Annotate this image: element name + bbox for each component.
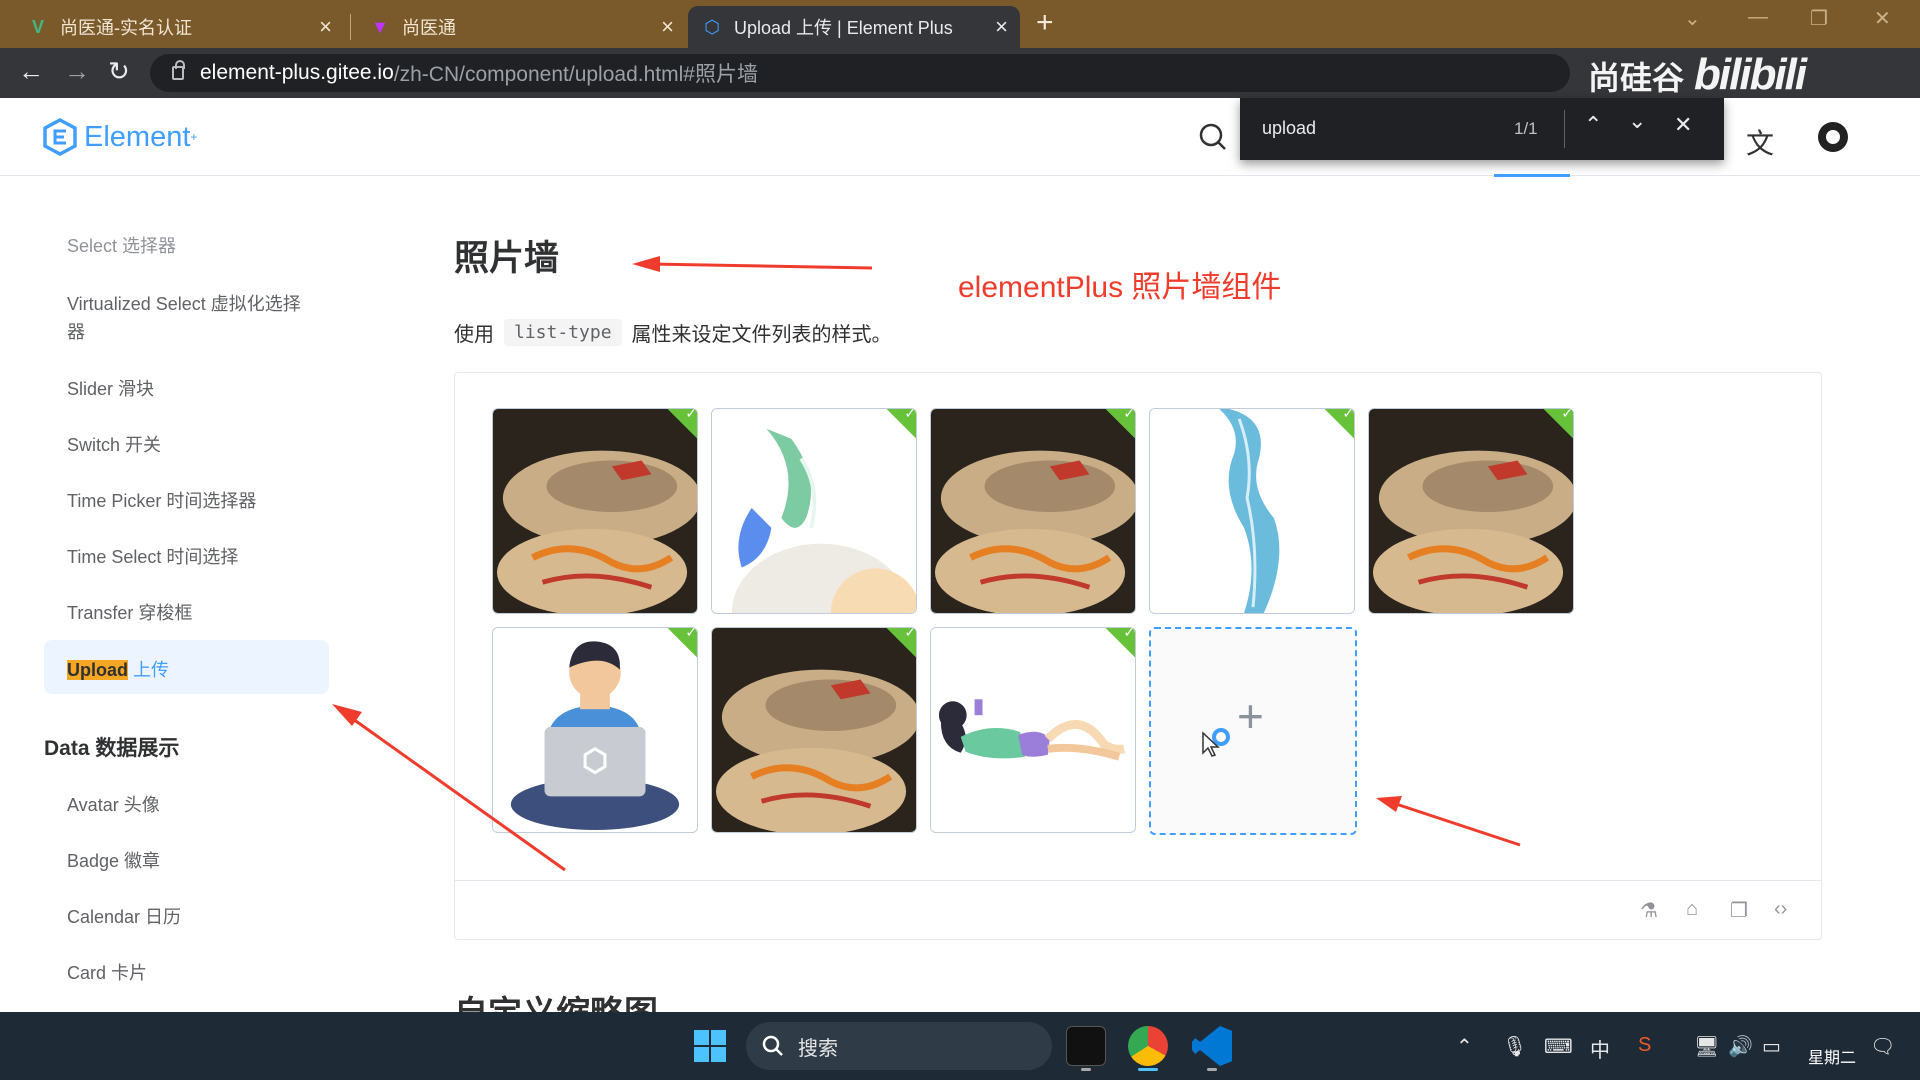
running-indicator <box>1081 1068 1091 1071</box>
clock-weekday[interactable]: 星期二 <box>1808 1044 1856 1068</box>
windows-start-icon[interactable] <box>694 1030 726 1062</box>
taskbar-search[interactable]: 搜索 <box>746 1022 1052 1070</box>
search-icon <box>762 1035 783 1056</box>
chrome-icon[interactable] <box>1128 1026 1168 1066</box>
network-icon[interactable]: 🖥 <box>1694 1034 1719 1059</box>
ime-indicator[interactable]: 中 <box>1590 1034 1610 1063</box>
arrow-to-sidebar <box>345 712 566 872</box>
keyboard-icon[interactable]: ⌨ <box>1544 1034 1573 1059</box>
running-indicator <box>1207 1068 1217 1071</box>
battery-icon[interactable]: ▭ <box>1762 1034 1781 1059</box>
microphone-icon[interactable]: 🎙 <box>1502 1034 1527 1059</box>
volume-icon[interactable]: 🔊 <box>1728 1034 1753 1059</box>
arrow-to-title <box>649 262 873 270</box>
annotation-arrows <box>332 256 1521 872</box>
notification-icon[interactable]: 🗨 <box>1870 1034 1895 1059</box>
sogou-icon[interactable]: S <box>1638 1034 1651 1057</box>
chevron-up-icon[interactable]: ⌃ <box>1456 1034 1473 1059</box>
arrow-to-add-card <box>1389 800 1521 847</box>
taskbar-search-label: 搜索 <box>798 1037 838 1060</box>
active-indicator <box>1138 1068 1158 1071</box>
terminal-icon[interactable] <box>1066 1026 1106 1066</box>
